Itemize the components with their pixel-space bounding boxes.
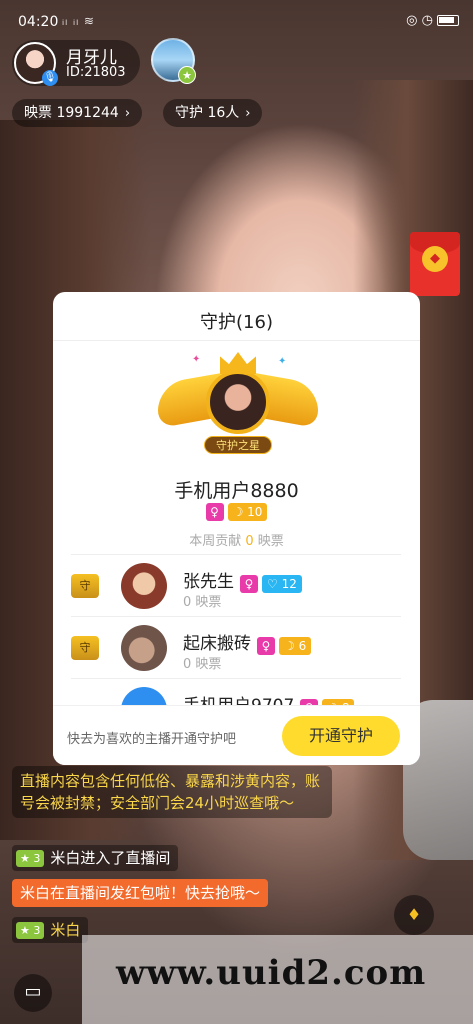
- open-guard-button[interactable]: 开通守护: [282, 716, 400, 756]
- signal-icon: ᵢₗ ᵢₗ ≋: [62, 14, 95, 28]
- guard-name-text: 起床搬砖: [183, 634, 251, 654]
- avatar[interactable]: [121, 563, 167, 609]
- guard-votes: 0 映票: [183, 657, 222, 672]
- chat-bubble-icon[interactable]: ▭: [14, 974, 52, 1012]
- avatar[interactable]: [121, 625, 167, 671]
- guard-star-ribbon: 守护之星: [204, 436, 272, 454]
- weekly-prefix: 本周贡献: [189, 534, 246, 549]
- moon-level-badge: ☽ 6: [279, 636, 312, 655]
- guard-star-badges: ♀ ☽ 10: [53, 503, 420, 521]
- guard-star-name: 手机用户8880: [174, 480, 299, 502]
- sparkle-icon: ✦: [192, 354, 201, 365]
- guard-name: 张先生 ♀ ♡ 12: [183, 567, 302, 593]
- level-icon: ♀: [257, 636, 275, 655]
- level-icon: ♀: [205, 503, 224, 521]
- watermark: www.uuid2.com: [82, 935, 473, 1024]
- guard-shield-icon: 守: [71, 574, 99, 598]
- moon-level-badge: ☽ 10: [227, 503, 268, 521]
- footer-hint: 快去为喜欢的主播开通守护吧: [67, 732, 237, 747]
- guard-shield-icon: 守: [71, 636, 99, 660]
- level-icon: ♀: [240, 574, 258, 593]
- guard-star-avatar[interactable]: [206, 370, 270, 434]
- guard-name: 起床搬砖 ♀ ☽ 6: [183, 629, 312, 655]
- list-item[interactable]: 守 张先生 ♀ ♡ 12 0 映票: [71, 554, 401, 616]
- chat-text: 米白进入了直播间: [50, 849, 171, 867]
- star-icon: ★: [178, 66, 196, 84]
- host-card[interactable]: 🎙 月牙儿 ID:21803: [12, 40, 140, 86]
- chat-message-enter: ★ 3 米白进入了直播间: [12, 845, 179, 871]
- weekly-value: 0: [245, 534, 254, 549]
- red-packet-message[interactable]: 米白在直播间发红包啦！快去抢哦～: [12, 879, 269, 907]
- modal-title: 守护(16): [200, 312, 273, 333]
- status-right: ◎ ◷: [406, 13, 459, 28]
- weekly-contribution: 本周贡献 0 映票: [53, 530, 420, 549]
- sparkle-icon: ✦: [278, 356, 287, 367]
- guard-modal: 守护(16) ✦ ✦ 守护之星 手机用户8880 ♀ ☽ 10 本周贡献 0 映票…: [53, 292, 420, 765]
- crown-icon: [220, 352, 256, 374]
- status-bar: 04:20 ᵢₗ ᵢₗ ≋ ◎ ◷: [0, 0, 473, 44]
- chat-text: 米白: [50, 921, 81, 939]
- weekly-suffix: 映票: [253, 534, 284, 549]
- status-time: 04:20: [18, 14, 59, 30]
- host-id: ID:21803: [66, 65, 126, 80]
- user-level-badge: ★ 3: [16, 850, 45, 867]
- watermark-text: www.uuid2.com: [116, 953, 427, 993]
- alarm-icon: ◎ ◷: [406, 13, 433, 28]
- diamond-level-badge: ♡ 12: [262, 574, 302, 593]
- red-packet-button[interactable]: ◆: [410, 232, 460, 296]
- chevron-right-icon: ›: [245, 106, 251, 121]
- guard-name-text: 张先生: [183, 572, 234, 592]
- gift-icon[interactable]: ♦: [394, 895, 434, 935]
- divider: [53, 340, 420, 341]
- votes-pill[interactable]: 映票 1991244 ›: [12, 99, 143, 127]
- mic-icon: 🎙: [42, 70, 58, 86]
- user-level-badge: ★ 3: [16, 922, 45, 939]
- votes-label: 映票 1991244: [24, 105, 119, 121]
- guard-votes: 0 映票: [183, 595, 222, 610]
- modal-footer: 快去为喜欢的主播开通守护吧 开通守护: [53, 705, 420, 765]
- chevron-right-icon: ›: [124, 106, 131, 121]
- battery-icon: [437, 15, 459, 26]
- system-notice: 直播内容包含任何低俗、暴露和涉黄内容，账号会被封禁；安全部门会24小时巡查哦～: [12, 766, 332, 818]
- guard-label: 守护 16人: [175, 105, 240, 121]
- list-item[interactable]: 守 起床搬砖 ♀ ☽ 6 0 映票: [71, 616, 401, 678]
- red-packet-icon: ◆: [422, 246, 448, 272]
- guard-star-emblem[interactable]: ✦ ✦ 守护之星: [158, 352, 318, 462]
- guard-pill[interactable]: 守护 16人 ›: [163, 99, 263, 127]
- chat-message-enter: ★ 3 米白: [12, 917, 89, 943]
